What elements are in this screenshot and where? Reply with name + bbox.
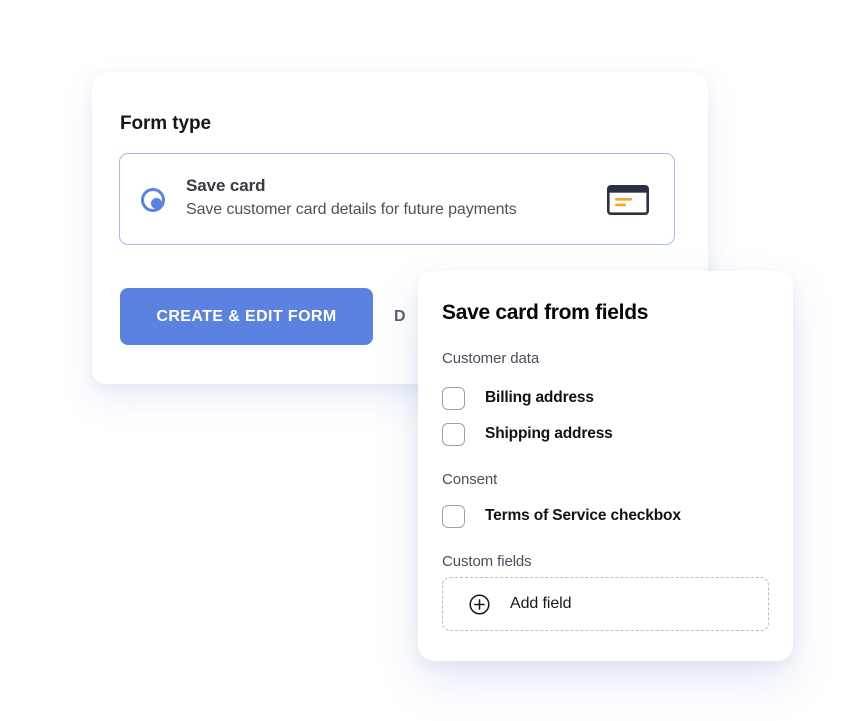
create-and-edit-form-button[interactable]: CREATE & EDIT FORM (120, 288, 373, 345)
group-label-consent: Consent (442, 471, 498, 488)
plus-circle-icon (469, 593, 490, 615)
credit-card-icon (607, 185, 649, 215)
radio-save-card[interactable] (141, 188, 165, 212)
field-row-terms-of-service[interactable]: Terms of Service checkbox (442, 504, 681, 528)
field-row-billing-address[interactable]: Billing address (442, 386, 594, 410)
group-label-customer-data: Customer data (442, 350, 540, 367)
page-root: Form type Save card Save customer card d… (0, 0, 868, 721)
checkbox-terms-of-service[interactable] (442, 504, 465, 528)
field-row-shipping-address[interactable]: Shipping address (442, 422, 613, 446)
page-title: Form type (120, 113, 211, 134)
add-field-label: Add field (510, 595, 572, 612)
group-label-custom-fields: Custom fields (442, 553, 532, 570)
checkbox-shipping-address[interactable] (442, 422, 465, 446)
field-label-billing-address: Billing address (485, 389, 594, 406)
panel-title: Save card from fields (442, 301, 649, 324)
option-description: Save customer card details for future pa… (186, 201, 517, 218)
option-title: Save card (186, 176, 266, 195)
save-card-fields-panel: Save card from fields Customer data Bill… (418, 271, 793, 661)
form-type-option-save-card[interactable]: Save card Save customer card details for… (119, 153, 675, 245)
checkbox-billing-address[interactable] (442, 386, 465, 410)
field-label-shipping-address: Shipping address (485, 425, 613, 442)
radio-inner-gap (144, 191, 162, 209)
secondary-action-button[interactable]: D (394, 288, 406, 345)
field-label-terms-of-service: Terms of Service checkbox (485, 507, 681, 524)
radio-selected-dot (150, 197, 162, 209)
add-field-button[interactable]: Add field (442, 577, 769, 631)
